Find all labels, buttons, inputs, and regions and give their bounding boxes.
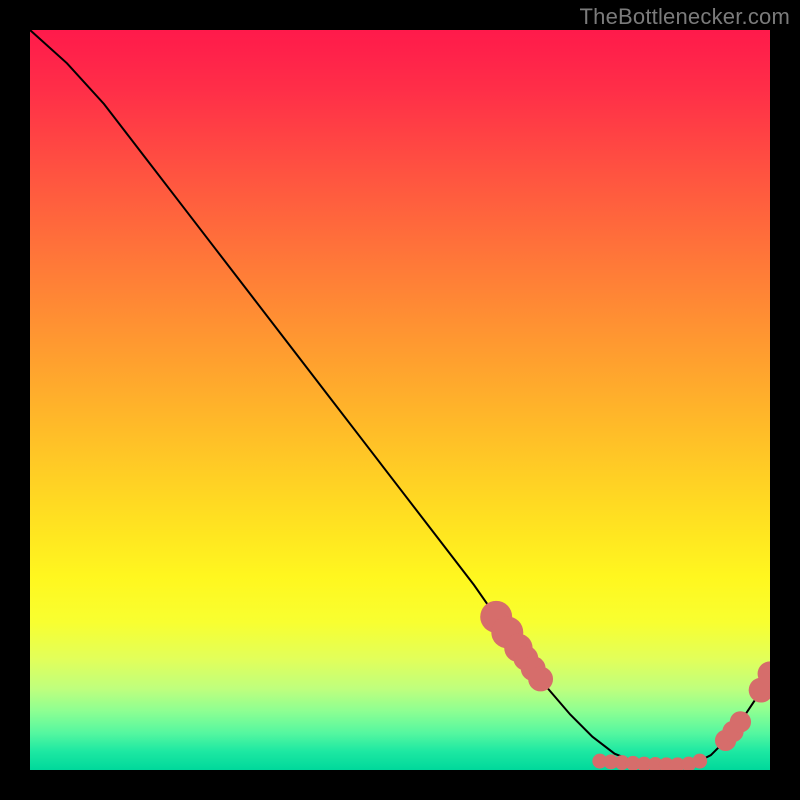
chart-frame: TheBottlenecker.com (0, 0, 800, 800)
marker-group (480, 601, 770, 770)
data-point-marker (528, 667, 553, 692)
watermark-text: TheBottlenecker.com (580, 4, 790, 30)
plot-area (30, 30, 770, 770)
chart-svg (30, 30, 770, 770)
data-point-marker (730, 711, 751, 732)
data-point-marker (692, 754, 707, 769)
bottleneck-curve (30, 30, 770, 765)
